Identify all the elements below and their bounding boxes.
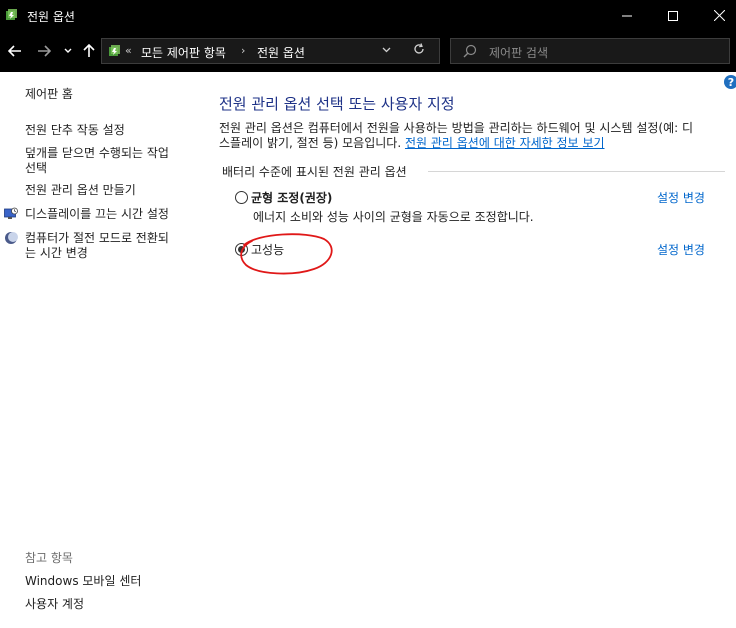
- plan-balanced-name[interactable]: 균형 조정(권장): [251, 189, 332, 206]
- sidebar-item-label: 덮개를 닫으면 수행되는 작업: [25, 146, 169, 160]
- learn-more-link[interactable]: 전원 관리 옵션에 대한 자세한 정보 보기: [405, 136, 605, 150]
- sidebar-item-lid-close[interactable]: 덮개를 닫으면 수행되는 작업 선택: [25, 146, 169, 176]
- breadcrumb-power-options[interactable]: 전원 옵션: [257, 44, 305, 61]
- refresh-button[interactable]: [413, 43, 425, 58]
- recent-locations-button[interactable]: [58, 41, 78, 61]
- chevron-down-icon: [382, 47, 391, 53]
- plans-group-label: 배터리 수준에 표시된 전원 관리 옵션: [222, 165, 407, 179]
- sidebar-item-sleep-time[interactable]: 컴퓨터가 절전 모드로 전환되 는 시간 변경: [25, 231, 169, 261]
- breadcrumb-separator: ›: [241, 44, 246, 57]
- moon-icon: [5, 232, 18, 244]
- control-panel-icon: [109, 45, 120, 56]
- plan-balanced-radio[interactable]: [235, 191, 248, 204]
- page-title: 전원 관리 옵션 선택 또는 사용자 지정: [219, 95, 455, 113]
- power-options-icon: [6, 9, 17, 20]
- plan-high-performance-change-settings-link[interactable]: 설정 변경: [657, 241, 705, 258]
- display-icon: [4, 207, 18, 219]
- see-also-heading: 참고 항목: [25, 551, 73, 565]
- back-button[interactable]: [5, 41, 25, 61]
- search-placeholder: 제어판 검색: [489, 46, 549, 60]
- plan-balanced-change-settings-link[interactable]: 설정 변경: [657, 189, 705, 206]
- search-box[interactable]: 제어판 검색: [450, 38, 730, 64]
- plan-balanced-description: 에너지 소비와 성능 사이의 균형을 자동으로 조정합니다.: [253, 210, 534, 224]
- arrow-up-icon: [83, 44, 95, 57]
- chevron-down-icon: [64, 48, 72, 53]
- window-title: 전원 옵션: [27, 10, 75, 24]
- title-bar: 전원 옵션: [0, 0, 736, 31]
- refresh-icon: [414, 43, 424, 54]
- search-icon: [463, 44, 477, 58]
- navigation-bar: « 모든 제어판 항목 › 전원 옵션 제어판 검색: [0, 31, 736, 72]
- description-text: 스플레이 밝기, 절전 등) 모음입니다.: [219, 136, 402, 150]
- up-button[interactable]: [79, 41, 99, 61]
- close-button[interactable]: [696, 0, 736, 31]
- sidebar-item-label: 컴퓨터가 절전 모드로 전환되: [25, 231, 169, 245]
- description-line-1: 전원 관리 옵션은 컴퓨터에서 전원을 사용하는 방법을 관리하는 하드웨어 및…: [219, 121, 694, 135]
- maximize-button[interactable]: [650, 0, 696, 31]
- arrow-left-icon: [8, 45, 21, 57]
- breadcrumb-all-control-panel-items[interactable]: 모든 제어판 항목: [141, 44, 226, 61]
- help-button[interactable]: ?: [724, 75, 736, 89]
- sidebar-item-power-buttons[interactable]: 전원 단추 작동 설정: [25, 123, 125, 138]
- address-bar[interactable]: « 모든 제어판 항목 › 전원 옵션: [101, 38, 440, 64]
- see-also-user-accounts[interactable]: 사용자 계정: [25, 597, 84, 612]
- close-icon: [713, 10, 725, 21]
- group-divider: [428, 171, 725, 172]
- address-dropdown-button[interactable]: [382, 43, 391, 56]
- sidebar-item-create-plan[interactable]: 전원 관리 옵션 만들기: [25, 183, 136, 198]
- description-line-2: 스플레이 밝기, 절전 등) 모음입니다. 전원 관리 옵션에 대한 자세한 정…: [219, 136, 731, 151]
- sidebar-control-panel-home[interactable]: 제어판 홈: [25, 87, 73, 102]
- forward-button[interactable]: [34, 41, 54, 61]
- minimize-button[interactable]: [604, 0, 650, 31]
- minimize-icon: [622, 15, 632, 16]
- page-description: 전원 관리 옵션은 컴퓨터에서 전원을 사용하는 방법을 관리하는 하드웨어 및…: [219, 121, 731, 151]
- see-also-mobility-center[interactable]: Windows 모바일 센터: [25, 574, 141, 589]
- arrow-right-icon: [38, 45, 51, 57]
- red-annotation-circle: [240, 233, 333, 275]
- sidebar-item-display-off-time[interactable]: 디스플레이를 끄는 시간 설정: [25, 207, 169, 222]
- sidebar-item-label-line2: 선택: [25, 161, 48, 175]
- question-mark-icon: ?: [727, 75, 735, 89]
- sidebar-item-label-line2: 는 시간 변경: [25, 246, 88, 260]
- maximize-icon: [668, 10, 678, 21]
- breadcrumb-overflow[interactable]: «: [125, 44, 132, 57]
